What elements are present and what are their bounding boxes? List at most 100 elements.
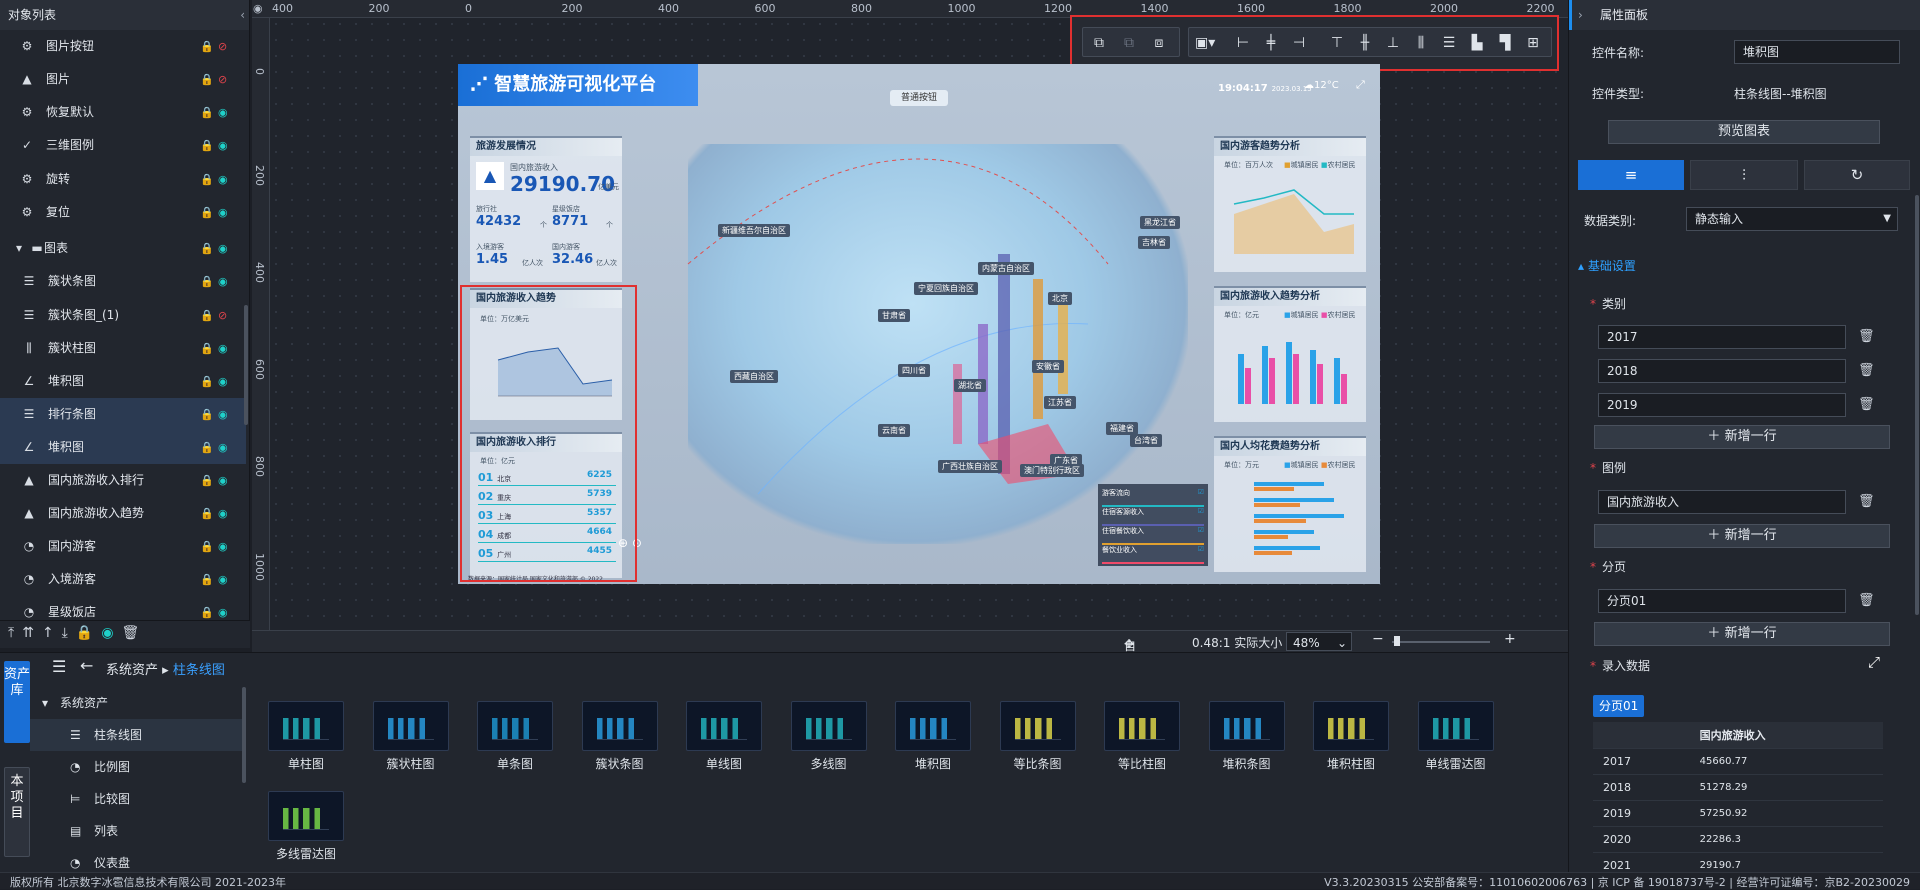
chart-thumbnail[interactable] <box>790 701 867 751</box>
trash-icon[interactable]: 🗑 <box>1858 329 1875 344</box>
map-label[interactable]: 湖北省 <box>954 379 986 392</box>
zoom-in-button[interactable]: + <box>1504 631 1516 647</box>
map-label[interactable]: 广西壮族自治区 <box>938 460 1002 473</box>
same-width-icon[interactable]: ▙ <box>1467 33 1487 53</box>
property-scrollbar[interactable] <box>1915 195 1919 615</box>
legend-input[interactable]: 国内旅游收入 <box>1598 490 1846 514</box>
chart-thumbnail-label[interactable]: 堆积柱图 <box>1301 755 1401 772</box>
chart-thumbnail-label[interactable]: 簇状柱图 <box>361 755 461 772</box>
send-back-icon[interactable]: ⧉ <box>1119 33 1139 53</box>
object-item[interactable]: ∠ 堆积图 🔒 ◉ <box>0 431 246 464</box>
expand-icon[interactable]: ⤢ <box>1868 653 1880 671</box>
zoom-select[interactable]: 48% ⌄ <box>1286 632 1352 651</box>
tree-item[interactable]: ▾ 系统资产 <box>30 687 245 719</box>
eye-icon[interactable]: ◉ <box>218 163 228 196</box>
map-label[interactable]: 新疆维吾尔自治区 <box>718 224 790 237</box>
move-bottom-icon[interactable]: ⤓ <box>62 625 68 641</box>
object-item[interactable]: ⚙ 复位 🔒 ◉ <box>0 196 246 229</box>
add-legend-button[interactable]: ＋ 新增一行 <box>1594 524 1890 548</box>
tab-style[interactable]: ⫶ <box>1690 160 1798 190</box>
object-item[interactable]: ☰ 排行条图 🔒 ◉ <box>0 398 246 431</box>
map-label[interactable]: 四川省 <box>898 364 930 377</box>
chart-thumbnail[interactable] <box>1104 701 1180 751</box>
section-basic[interactable]: ▴ 基础设置 <box>1578 257 1636 274</box>
chart-thumbnail[interactable] <box>1208 701 1285 751</box>
eye-icon[interactable]: ◉ <box>218 96 228 129</box>
object-item[interactable]: ◔ 入境游客 🔒 ◉ <box>0 563 246 596</box>
per-capita-panel[interactable]: 国内人均花费趋势分析 单位：万元 ■城镇居民 ■农村居民 <box>1214 436 1366 572</box>
visitor-trend-panel[interactable]: 国内游客趋势分析 单位：百万人次 ■城镇居民 ■农村居民 <box>1214 136 1366 272</box>
distribute-v-icon[interactable]: ☰ <box>1439 33 1459 53</box>
chart-thumbnail-label[interactable]: 等比条图 <box>988 755 1088 772</box>
tree-item[interactable]: ⊨ 比较图 <box>30 783 245 815</box>
map-label[interactable]: 安徽省 <box>1032 360 1064 373</box>
eye-icon[interactable]: ◉ <box>218 563 228 596</box>
tab-interaction[interactable]: ↻ <box>1804 160 1910 190</box>
chart-thumbnail[interactable] <box>268 791 344 841</box>
lock-icon[interactable]: 🔒 <box>200 96 214 129</box>
tab-asset-library[interactable]: 资产库 <box>4 661 30 743</box>
eye-icon[interactable]: ◉ <box>218 497 228 530</box>
page-tab[interactable]: 分页01 <box>1593 695 1645 717</box>
category-input[interactable]: 2017 <box>1598 325 1846 349</box>
map-legend-item[interactable]: 住宿客源收入 ☑ <box>1102 507 1204 526</box>
chevron-left-icon[interactable]: ‹ <box>240 0 245 30</box>
lock-icon[interactable]: 🔒 <box>200 265 214 298</box>
eye-icon[interactable]: ◉ <box>218 365 228 398</box>
object-item[interactable]: ∠ 堆积图 🔒 ◉ <box>0 365 246 398</box>
tree-item[interactable]: ◔ 比例图 <box>30 751 245 783</box>
distribute-h-icon[interactable]: ⫼ <box>1411 33 1431 53</box>
lock-icon[interactable]: 🔒 <box>200 30 214 63</box>
tab-this-project[interactable]: 本项目 <box>4 767 30 857</box>
zoom-out-button[interactable]: − <box>1372 631 1384 647</box>
lock-icon[interactable]: 🔒 <box>200 365 214 398</box>
page-input[interactable]: 分页01 <box>1598 589 1846 613</box>
lock-icon[interactable]: 🔒 <box>200 431 214 464</box>
lock-icon[interactable]: 🔒 <box>200 497 214 530</box>
map-label[interactable]: 云南省 <box>878 424 910 437</box>
zoom-slider-handle[interactable] <box>1394 636 1400 646</box>
chart-thumbnail[interactable] <box>999 701 1076 751</box>
category-input[interactable]: 2019 <box>1598 393 1846 417</box>
object-item[interactable]: ⚙ 旋转 🔒 ◉ <box>0 163 246 196</box>
eye-icon[interactable]: ◉ <box>218 265 228 298</box>
align-right-icon[interactable]: ⊣ <box>1289 33 1309 53</box>
chart-thumbnail-label[interactable]: 单条图 <box>465 755 565 772</box>
chart-thumbnail[interactable] <box>477 701 553 751</box>
eye-icon[interactable]: ◉ <box>101 625 113 641</box>
eye-icon[interactable]: ◉ <box>218 431 228 464</box>
table-row[interactable]: 2019 57250.92 <box>1593 800 1883 827</box>
category-input[interactable]: 2018 <box>1598 359 1846 383</box>
income-analysis-panel[interactable]: 国内旅游收入趋势分析 单位：亿元 ■城镇居民 ■农村居民 <box>1214 286 1366 422</box>
map-legend-item[interactable]: 住宿餐饮收入 ☑ <box>1102 526 1204 545</box>
eye-icon[interactable]: ◉ <box>218 196 228 229</box>
map-label[interactable]: 台湾省 <box>1130 434 1162 447</box>
back-arrow-icon[interactable]: ← <box>80 656 93 675</box>
lock-icon[interactable]: 🔒 <box>76 625 93 641</box>
lock-icon[interactable]: 🔒 <box>200 63 214 96</box>
trash-icon[interactable]: 🗑 <box>1858 494 1875 509</box>
align-dropdown-icon[interactable]: ▣▾ <box>1195 33 1215 53</box>
chevron-right-icon[interactable]: › <box>1578 0 1583 30</box>
chart-thumbnail[interactable] <box>1313 701 1389 751</box>
eye-icon[interactable]: ◉ <box>218 129 228 162</box>
chart-thumbnail[interactable] <box>895 701 971 751</box>
chart-thumbnail[interactable] <box>581 701 658 751</box>
eye-icon[interactable]: ◉ <box>218 464 228 497</box>
map-label[interactable]: 西藏自治区 <box>730 370 778 383</box>
eye-off-icon[interactable]: ⊘ <box>218 30 227 63</box>
trash-icon[interactable]: 🗑 <box>1858 363 1875 378</box>
lock-icon[interactable]: 🔒 <box>200 232 214 265</box>
object-item[interactable]: ▾ ▬ 图表 🔒 ◉ <box>0 232 246 265</box>
lock-icon[interactable]: 🔒 <box>200 196 214 229</box>
map-label[interactable]: 吉林省 <box>1138 236 1170 249</box>
object-item[interactable]: ☰ 簇状条图_(1) 🔒 ⊘ <box>0 299 246 332</box>
object-item[interactable]: ▲ 国内旅游收入排行 🔒 ◉ <box>0 464 246 497</box>
tree-item[interactable]: ▤ 列表 <box>30 815 245 847</box>
map-label[interactable]: 甘肃省 <box>878 309 910 322</box>
chart-thumbnail[interactable] <box>1417 701 1494 751</box>
table-row[interactable]: 2020 22286.3 <box>1593 826 1883 853</box>
align-left-icon[interactable]: ⊢ <box>1233 33 1253 53</box>
map-label[interactable]: 北京 <box>1048 292 1072 305</box>
align-middle-v-icon[interactable]: ╫ <box>1355 33 1375 53</box>
